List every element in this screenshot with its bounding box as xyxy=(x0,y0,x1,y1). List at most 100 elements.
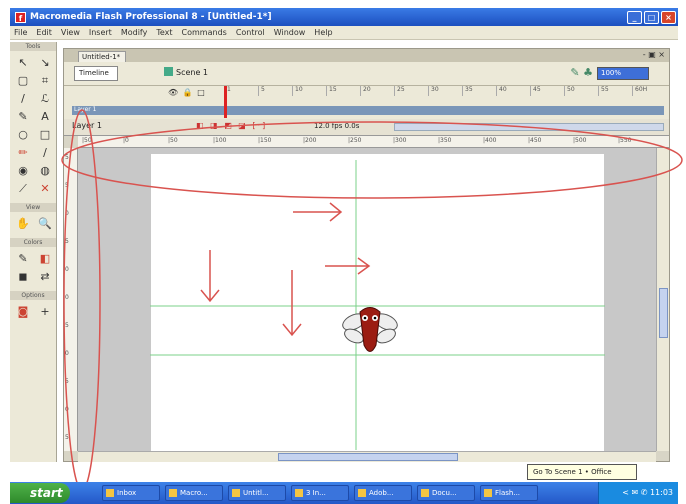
stage[interactable] xyxy=(151,154,604,451)
pasteboard[interactable] xyxy=(78,148,656,451)
black-white-icon[interactable]: ◼ xyxy=(14,269,32,285)
frame-tick: 35 xyxy=(462,86,496,96)
timeline-eye-lock-outline-icons[interactable]: 👁 🔒 □ xyxy=(168,88,206,97)
menu-commands[interactable]: Commands xyxy=(182,28,227,37)
horizontal-scroll-thumb[interactable] xyxy=(278,453,458,461)
taskbar-item[interactable]: Untitl... xyxy=(228,485,286,501)
ruler-label: 5 xyxy=(65,238,69,245)
eraser-tool-icon[interactable]: ✕ xyxy=(36,181,54,197)
frame-tick: 50 xyxy=(564,86,598,96)
stroke-color-icon[interactable]: ✎ xyxy=(14,251,32,267)
color-tool-grid: ✎ ◧ ◼ ⇄ xyxy=(10,249,56,287)
option-more-icon[interactable]: + xyxy=(36,304,54,320)
menu-edit[interactable]: Edit xyxy=(36,28,52,37)
ruler-label: 5 xyxy=(65,154,69,161)
snap-magnet-icon[interactable]: ◙ xyxy=(14,304,32,320)
taskbar-item-label: Adob... xyxy=(369,489,394,497)
frame-tick: 30 xyxy=(428,86,462,96)
timeline-scrollbar[interactable] xyxy=(394,123,664,131)
menu-modify[interactable]: Modify xyxy=(121,28,148,37)
timeline-toggle-button[interactable]: Timeline xyxy=(74,66,118,81)
start-button[interactable]: start xyxy=(10,483,70,503)
ruler-label: |100 xyxy=(213,137,227,144)
gradient-transform-tool-icon[interactable]: ⌗ xyxy=(36,73,54,89)
taskbar-item-label: Inbox xyxy=(117,489,137,497)
lasso-tool-icon[interactable]: ℒ xyxy=(36,91,54,107)
ruler-label: 0 xyxy=(65,266,69,273)
zoom-select[interactable]: 100% xyxy=(597,67,649,80)
edit-bar: Timeline Scene 1 ✎ ♣ 100% xyxy=(64,62,669,86)
minimize-button[interactable]: _ xyxy=(627,10,642,24)
paint-bucket-tool-icon[interactable]: ◍ xyxy=(36,163,54,179)
menu-view[interactable]: View xyxy=(61,28,80,37)
taskbar-item[interactable]: Flash... xyxy=(480,485,538,501)
ruler-label: |150 xyxy=(258,137,272,144)
ink-bottle-tool-icon[interactable]: ◉ xyxy=(14,163,32,179)
ruler-label: |50 xyxy=(82,137,92,144)
close-button[interactable]: × xyxy=(661,10,676,24)
menu-window[interactable]: Window xyxy=(274,28,306,37)
taskbar-item[interactable]: Adob... xyxy=(354,485,412,501)
text-tool-icon[interactable]: A xyxy=(36,109,54,125)
frame-tick: 60H xyxy=(632,86,666,96)
taskbar-item[interactable]: Macro... xyxy=(165,485,223,501)
playhead[interactable] xyxy=(224,86,227,118)
flash-app-icon: f xyxy=(15,11,26,23)
ruler-label: 0 xyxy=(65,350,69,357)
taskbar-item[interactable]: Docu... xyxy=(417,485,475,501)
frame-tick: 20 xyxy=(360,86,394,96)
ruler-label: |450 xyxy=(528,137,542,144)
taskbar-item[interactable]: 3 In... xyxy=(291,485,349,501)
swap-colors-icon[interactable]: ⇄ xyxy=(36,269,54,285)
frame-tick: 1 xyxy=(224,86,258,96)
layer-row[interactable] xyxy=(72,106,664,115)
frame-tick: 25 xyxy=(394,86,428,96)
taskbar-item[interactable]: Inbox xyxy=(102,485,160,501)
horizontal-scrollbar[interactable] xyxy=(78,451,656,462)
taskbar: start Inbox Macro... Untitl... 3 In... A… xyxy=(10,482,678,504)
fill-color-icon[interactable]: ◧ xyxy=(36,251,54,267)
ruler-label: |250 xyxy=(348,137,362,144)
app-icon xyxy=(169,489,177,497)
pencil-tool-icon[interactable]: ✏ xyxy=(14,145,32,161)
taskbar-item-label: Untitl... xyxy=(243,489,269,497)
menu-control[interactable]: Control xyxy=(236,28,265,37)
menu-text[interactable]: Text xyxy=(156,28,172,37)
system-tray[interactable]: < ✉ ✆ 11:03 xyxy=(598,482,678,504)
vertical-scrollbar[interactable] xyxy=(656,148,669,451)
selection-tool-icon[interactable]: ↖ xyxy=(14,55,32,71)
vertical-scroll-thumb[interactable] xyxy=(659,288,668,338)
eyedropper-tool-icon[interactable]: ⟋ xyxy=(14,181,32,197)
menu-insert[interactable]: Insert xyxy=(89,28,112,37)
ruler-label: |350 xyxy=(438,137,452,144)
title-bar: f Macromedia Flash Professional 8 - [Unt… xyxy=(10,8,678,26)
taskbar-item-label: 3 In... xyxy=(306,489,326,497)
oval-tool-icon[interactable]: ○ xyxy=(14,127,32,143)
rectangle-tool-icon[interactable]: □ xyxy=(36,127,54,143)
document-tab[interactable]: Untitled-1* xyxy=(78,51,126,62)
maximize-button[interactable]: □ xyxy=(644,10,659,24)
ruler-label: 5 xyxy=(65,434,69,441)
menu-file[interactable]: File xyxy=(14,28,27,37)
ruler-label: |400 xyxy=(483,137,497,144)
line-tool-icon[interactable]: / xyxy=(14,91,32,107)
brush-tool-icon[interactable]: ∕ xyxy=(36,145,54,161)
view-header: View xyxy=(10,203,56,212)
onion-skin-controls[interactable]: ◧ ◨ ◩ ◪ [·] xyxy=(196,121,267,130)
edit-scene-symbol-icons[interactable]: ✎ ♣ xyxy=(570,66,593,79)
frame-rate-readout: 12.0 fps 0.0s xyxy=(314,122,360,130)
frame-ruler[interactable]: 1 5 10 15 20 25 30 35 40 45 50 55 60H xyxy=(224,86,669,96)
pen-tool-icon[interactable]: ✎ xyxy=(14,109,32,125)
document-window-controls[interactable]: - ▣ × xyxy=(643,50,665,59)
taskbar-item-label: Flash... xyxy=(495,489,521,497)
app-icon xyxy=(421,489,429,497)
hand-tool-icon[interactable]: ✋ xyxy=(14,216,32,232)
menu-help[interactable]: Help xyxy=(314,28,332,37)
zoom-tool-icon[interactable]: 🔍 xyxy=(36,216,54,232)
options-header: Options xyxy=(10,291,56,300)
scene-breadcrumb[interactable]: Scene 1 xyxy=(164,67,208,77)
document-window: Untitled-1* - ▣ × Timeline Scene 1 ✎ ♣ 1… xyxy=(63,48,670,462)
menu-bar: File Edit View Insert Modify Text Comman… xyxy=(10,26,678,40)
subselection-tool-icon[interactable]: ↘ xyxy=(36,55,54,71)
free-transform-tool-icon[interactable]: ▢ xyxy=(14,73,32,89)
